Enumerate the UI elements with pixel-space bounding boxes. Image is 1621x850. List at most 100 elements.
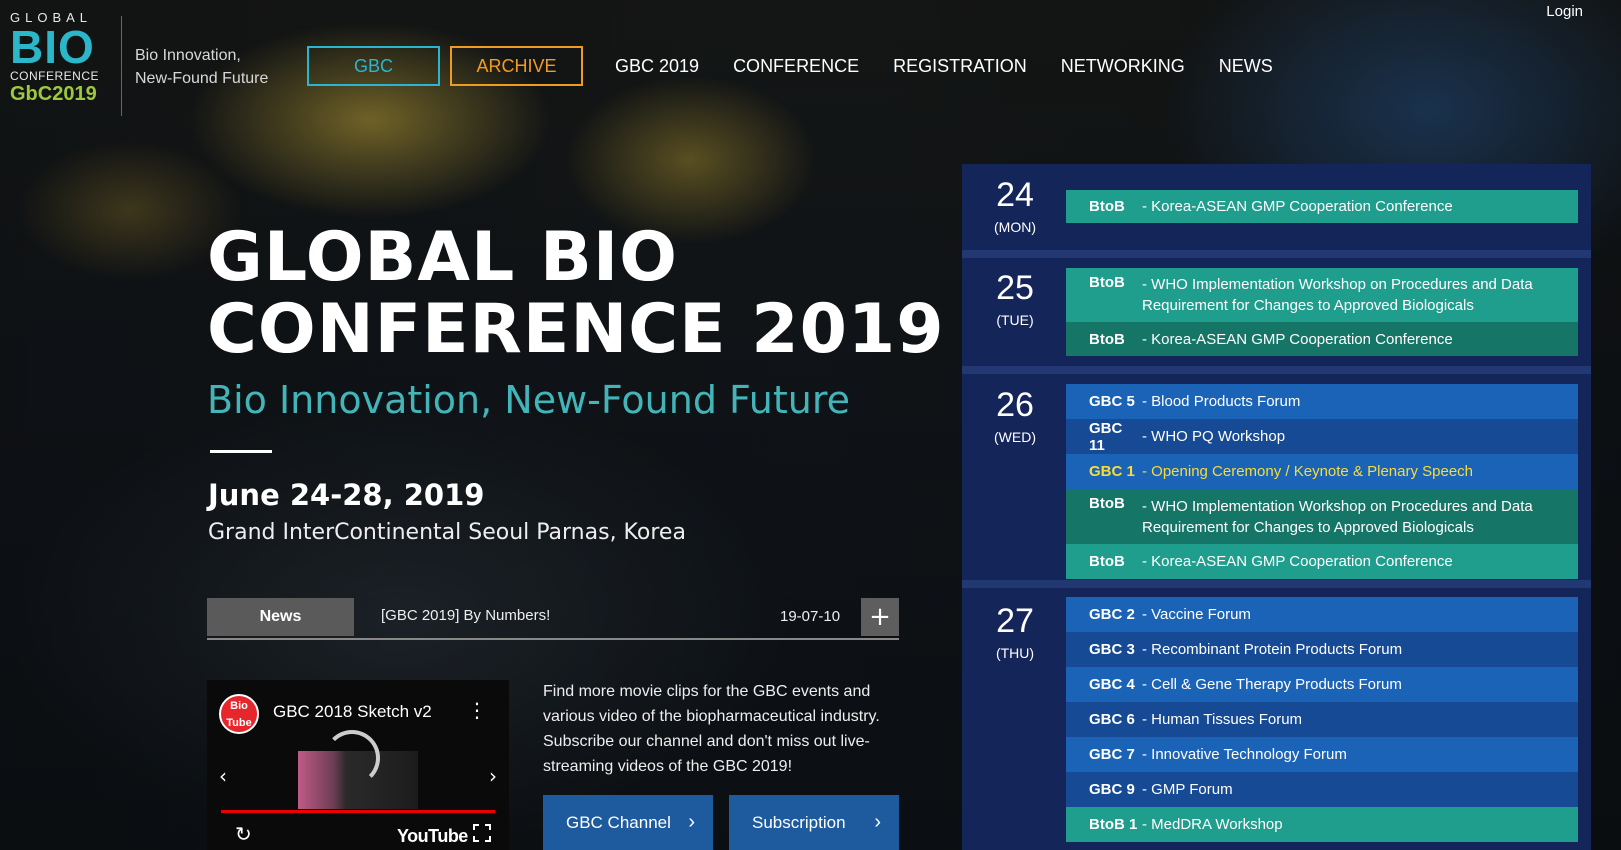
fullscreen-icon[interactable] [473, 824, 491, 842]
replay-icon[interactable]: ↻ [235, 822, 252, 846]
event-code: BtoB [1089, 553, 1125, 570]
schedule-event[interactable]: GBC 2 - Vaccine Forum [1066, 597, 1578, 632]
gbc-channel-label: GBC Channel [566, 812, 671, 832]
hero-divider [210, 450, 272, 453]
chevron-right-icon: › [874, 811, 881, 833]
news-date: 19-07-10 [780, 608, 841, 625]
chevron-left-icon[interactable]: ‹ [219, 764, 227, 788]
schedule-event[interactable]: GBC 11 - WHO PQ Workshop [1066, 419, 1578, 454]
schedule-event[interactable]: GBC 5 - Blood Products Forum [1066, 384, 1578, 419]
biotube-channel-avatar[interactable]: Bio Tube [219, 694, 259, 734]
event-title: - GMP Forum [1142, 781, 1233, 798]
logo-conference-text: CONFERENCE [10, 69, 100, 83]
hero-subtitle: Bio Innovation, New-Found Future [207, 378, 851, 422]
video-progress-bar[interactable] [221, 810, 495, 813]
tagline-line2: New-Found Future [135, 70, 269, 87]
event-title: - Korea-ASEAN GMP Cooperation Conference [1142, 330, 1453, 348]
more-vert-icon[interactable]: ⋮ [467, 698, 487, 722]
nav-archive-button[interactable]: ARCHIVE [450, 46, 583, 86]
day-number: 27 [996, 602, 1034, 640]
loading-spinner-icon [324, 730, 380, 786]
event-date: June 24-28, 2019 [208, 478, 485, 512]
schedule-event[interactable]: GBC 7 - Innovative Technology Forum [1066, 737, 1578, 772]
event-code: BtoB [1089, 495, 1125, 512]
schedule-day: 25 (TUE) BtoB - WHO Implementation Works… [962, 258, 1591, 366]
schedule-event[interactable]: BtoB - Korea-ASEAN GMP Cooperation Confe… [1066, 544, 1578, 579]
day-number: 26 [996, 386, 1034, 424]
event-title: - Korea-ASEAN GMP Cooperation Conference [1142, 198, 1453, 215]
event-code: BtoB [1089, 198, 1125, 215]
schedule-event[interactable]: GBC 9 - GMP Forum [1066, 772, 1578, 807]
news-more-button[interactable]: + [861, 598, 899, 636]
logo-bio-text: BIO [10, 21, 95, 73]
schedule-event-highlighted[interactable]: GBC 1 - Opening Ceremony / Keynote & Ple… [1066, 454, 1578, 489]
nav-gbc2019[interactable]: GBC 2019 [615, 56, 699, 77]
logo-gbc2019-text: GbC2019 [10, 83, 97, 105]
schedule-day: 27 (THU) GBC 2 - Vaccine Forum GBC 3 - R… [962, 588, 1591, 850]
event-code: GBC 1 [1089, 463, 1135, 480]
event-title: - WHO Implementation Workshop on Procedu… [1142, 497, 1533, 536]
event-title: - Blood Products Forum [1142, 393, 1301, 410]
event-code: GBC 6 [1089, 711, 1135, 728]
nav-registration[interactable]: REGISTRATION [893, 56, 1027, 77]
video-title[interactable]: GBC 2018 Sketch v2 [273, 702, 432, 722]
schedule-event[interactable]: BtoB 1 - MedDRA Workshop [1066, 807, 1578, 842]
event-title: - Innovative Technology Forum [1142, 746, 1347, 763]
day-separator [962, 580, 1591, 588]
schedule-event[interactable]: BtoB - WHO Implementation Workshop on Pr… [1066, 268, 1578, 322]
youtube-logo[interactable]: YouTube [397, 826, 468, 847]
event-code: GBC 9 [1089, 781, 1135, 798]
event-code: GBC 2 [1089, 606, 1135, 623]
login-link[interactable]: Login [1546, 3, 1583, 20]
news-label: News [207, 598, 354, 636]
event-code: GBC 5 [1089, 393, 1135, 410]
main-nav: GBC ARCHIVE GBC 2019 CONFERENCE REGISTRA… [307, 46, 1285, 86]
event-title: - Korea-ASEAN GMP Cooperation Conference [1142, 553, 1453, 570]
event-code: GBC 3 [1089, 641, 1135, 658]
schedule-day: 24 (MON) BtoB - Korea-ASEAN GMP Cooperat… [962, 164, 1591, 250]
subscription-button[interactable]: Subscription › [729, 795, 899, 850]
event-title: - Vaccine Forum [1142, 606, 1251, 623]
schedule-event[interactable]: BtoB - WHO Implementation Workshop on Pr… [1066, 489, 1578, 544]
day-separator [962, 250, 1591, 258]
header-divider [121, 16, 122, 116]
chevron-right-icon: › [688, 811, 695, 833]
hero-title-line2: CONFERENCE 2019 [207, 290, 945, 369]
event-title: - Cell & Gene Therapy Products Forum [1142, 676, 1402, 693]
header-tagline: Bio Innovation, New-Found Future [135, 44, 268, 90]
day-number: 24 [996, 176, 1034, 214]
day-number: 25 [996, 269, 1034, 307]
nav-networking[interactable]: NETWORKING [1061, 56, 1185, 77]
event-title: - MedDRA Workshop [1142, 816, 1283, 833]
schedule-event[interactable]: BtoB - Korea-ASEAN GMP Cooperation Confe… [1066, 190, 1578, 223]
schedule-event[interactable]: GBC 6 - Human Tissues Forum [1066, 702, 1578, 737]
nav-gbc-button[interactable]: GBC [307, 46, 440, 86]
hero-title: GLOBAL BIO CONFERENCE 2019 [207, 222, 945, 366]
gbc-channel-button[interactable]: GBC Channel › [543, 795, 713, 850]
day-weekday: (MON) [994, 219, 1036, 235]
event-code: BtoB [1089, 330, 1125, 348]
schedule-panel: 24 (MON) BtoB - Korea-ASEAN GMP Cooperat… [962, 164, 1591, 850]
event-code: BtoB 1 [1089, 816, 1138, 833]
event-title: - Human Tissues Forum [1142, 711, 1303, 728]
nav-conference[interactable]: CONFERENCE [733, 56, 859, 77]
news-headline-link[interactable]: [GBC 2019] By Numbers! [381, 607, 550, 624]
gbc-logo[interactable]: GLOBAL BIO CONFERENCE GbC2019 [10, 10, 120, 106]
event-code: GBC 11 [1089, 419, 1123, 454]
schedule-event[interactable]: BtoB - Korea-ASEAN GMP Cooperation Confe… [1066, 322, 1578, 356]
event-title: - WHO PQ Workshop [1142, 428, 1286, 445]
event-venue: Grand InterContinental Seoul Parnas, Kor… [208, 520, 686, 545]
subscription-label: Subscription [752, 812, 846, 832]
schedule-event[interactable]: GBC 4 - Cell & Gene Therapy Products For… [1066, 667, 1578, 702]
event-title: - Recombinant Protein Products Forum [1142, 641, 1403, 658]
day-weekday: (WED) [994, 429, 1036, 445]
nav-news[interactable]: NEWS [1219, 56, 1273, 77]
event-title: - Opening Ceremony / Keynote & Plenary S… [1142, 463, 1474, 480]
youtube-embed[interactable]: Bio Tube GBC 2018 Sketch v2 ⋮ ‹ › ↻ YouT… [207, 680, 509, 850]
event-title: - WHO Implementation Workshop on Procedu… [1142, 276, 1533, 314]
chevron-right-icon[interactable]: › [489, 764, 497, 788]
video-description: Find more movie clips for the GBC events… [543, 683, 880, 775]
event-code: BtoB [1089, 274, 1125, 291]
day-weekday: (TUE) [996, 312, 1034, 328]
schedule-event[interactable]: GBC 3 - Recombinant Protein Products For… [1066, 632, 1578, 667]
